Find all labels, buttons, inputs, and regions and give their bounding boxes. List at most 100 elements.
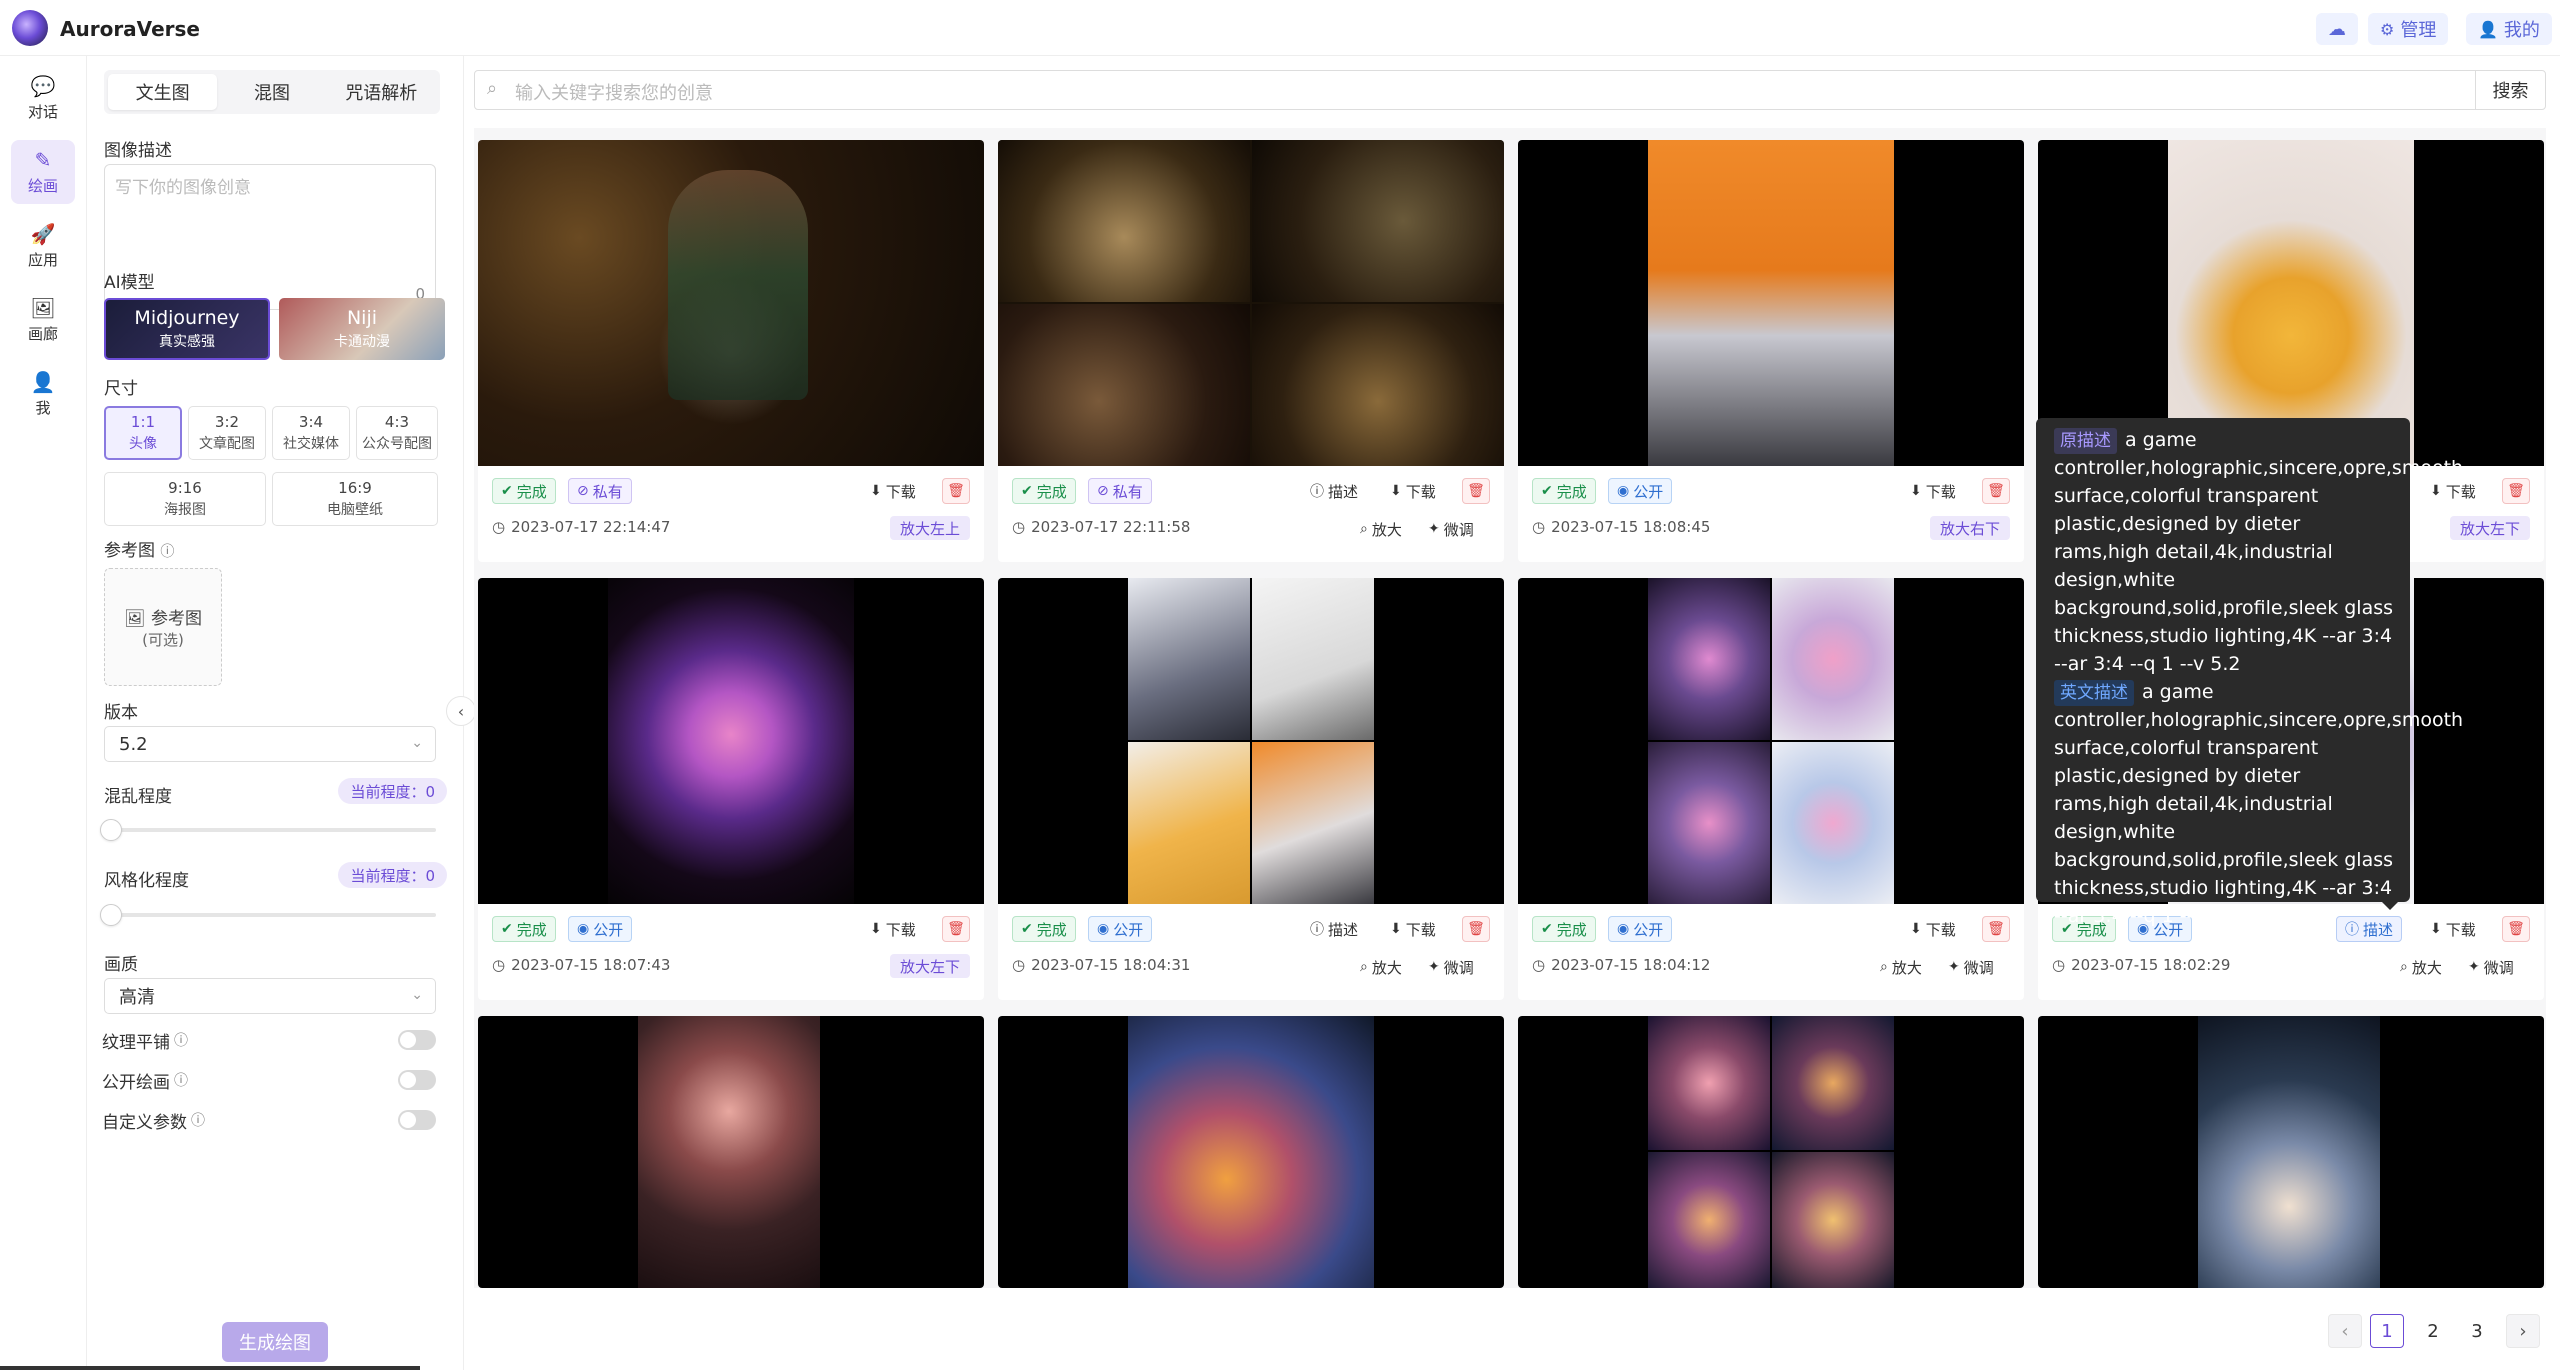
download-button[interactable]: ⬇ 下载 <box>1902 478 1964 504</box>
size-16-9[interactable]: 16:9 电脑壁纸 <box>272 472 438 526</box>
delete-button[interactable]: 🗑 <box>1982 478 2010 504</box>
page-1[interactable]: 1 <box>2370 1314 2404 1348</box>
tweak-button[interactable]: ✦ 微调 <box>1420 516 1482 542</box>
status-text: 完成 <box>1036 920 1067 939</box>
model-midjourney[interactable]: Midjourney 真实感强 <box>104 298 270 360</box>
search-icon: ⌕ <box>1880 959 1888 975</box>
download-button[interactable]: ⬇ 下载 <box>1382 478 1444 504</box>
quality-select[interactable]: 高清 ⌄ <box>104 978 436 1014</box>
describe-button[interactable]: ⓘ 描述 <box>1302 916 1366 942</box>
size-3-4[interactable]: 3:4 社交媒体 <box>272 406 350 460</box>
visibility-badge[interactable]: ◉公开 <box>1088 916 1153 942</box>
size-9-16[interactable]: 9:16 海报图 <box>104 472 266 526</box>
tooltip-arrow <box>2382 902 2398 910</box>
chaos-slider[interactable] <box>100 819 436 841</box>
gallery-image[interactable] <box>1518 1016 2024 1288</box>
chat-icon: 💬 <box>30 73 56 98</box>
rail-item-chat[interactable]: 💬 对话 <box>11 66 75 130</box>
slider-handle[interactable] <box>100 904 122 926</box>
public-switch[interactable] <box>398 1070 436 1090</box>
download-button[interactable]: ⬇ 下载 <box>1902 916 1964 942</box>
describe-button[interactable]: ⓘ 描述 <box>2336 916 2403 942</box>
version-select[interactable]: 5.2 ⌄ <box>104 726 436 762</box>
info-circle-icon: ⓘ <box>1310 484 1324 500</box>
download-button[interactable]: ⬇ 下载 <box>1382 916 1444 942</box>
info-icon[interactable]: ⓘ <box>174 1030 188 1050</box>
gallery-image[interactable] <box>998 578 1504 904</box>
tab-blend[interactable]: 混图 <box>217 74 326 110</box>
search-button[interactable]: 搜索 <box>2475 70 2545 110</box>
admin-button[interactable]: ⚙ 管理 <box>2368 13 2449 45</box>
tile-switch[interactable] <box>398 1030 436 1050</box>
prev-page-button[interactable]: ‹ <box>2328 1314 2362 1348</box>
gallery-image[interactable] <box>1518 140 2024 466</box>
page-3[interactable]: 3 <box>2460 1314 2494 1348</box>
gallery-image[interactable] <box>2038 1016 2544 1288</box>
visibility-badge[interactable]: ⊘ 私有 <box>568 478 632 504</box>
visibility-badge[interactable]: ◉公开 <box>1608 478 1673 504</box>
upscale-badge: 放大左下 <box>889 954 970 978</box>
size-4-3[interactable]: 4:3 公众号配图 <box>356 406 438 460</box>
download-button[interactable]: ⬇ 下载 <box>2422 478 2484 504</box>
delete-button[interactable]: 🗑 <box>942 478 970 504</box>
rail-item-paint[interactable]: ✎ 绘画 <box>11 140 75 204</box>
zoom-button[interactable]: ⌕ 放大 <box>1352 954 1410 980</box>
delete-button[interactable]: 🗑 <box>1462 916 1490 942</box>
search-input[interactable]: 输入关键字搜索您的创意 <box>515 79 713 105</box>
tweak-button[interactable]: ✦ 微调 <box>1420 954 1482 980</box>
rail-item-me[interactable]: 👤 我 <box>11 362 75 426</box>
gallery-image[interactable] <box>998 140 1504 466</box>
gallery-image[interactable] <box>478 1016 984 1288</box>
download-button[interactable]: ⬇ 下载 <box>862 916 924 942</box>
delete-button[interactable]: 🗑 <box>1462 478 1490 504</box>
download-button[interactable]: ⬇ 下载 <box>862 478 924 504</box>
tweak-button[interactable]: ✦ 微调 <box>2460 954 2522 980</box>
info-icon[interactable]: ⓘ <box>160 544 174 560</box>
delete-button[interactable]: 🗑 <box>942 916 970 942</box>
tweak-button[interactable]: ✦ 微调 <box>1940 954 2002 980</box>
download-button[interactable]: ⬇ 下载 <box>2422 916 2484 942</box>
tile-toggle-row: 纹理平铺 ⓘ <box>102 1028 436 1053</box>
delete-button[interactable]: 🗑 <box>2502 478 2530 504</box>
rail-item-gallery[interactable]: 🖼 画廊 <box>11 288 75 352</box>
info-icon[interactable]: ⓘ <box>191 1110 205 1130</box>
zoom-label: 放大 <box>1371 520 1402 539</box>
zoom-button[interactable]: ⌕ 放大 <box>2392 954 2450 980</box>
app-logo[interactable] <box>12 10 48 46</box>
gallery-image[interactable] <box>478 578 984 904</box>
weather-button[interactable]: ☁ <box>2316 13 2358 45</box>
rail-item-apps[interactable]: 🚀 应用 <box>11 214 75 278</box>
describe-button[interactable]: ⓘ 描述 <box>1302 478 1366 504</box>
chevron-down-icon: ⌄ <box>411 987 423 1003</box>
generate-button[interactable]: 生成绘图 <box>222 1322 328 1362</box>
style-slider[interactable] <box>100 904 436 926</box>
next-page-button[interactable]: › <box>2506 1314 2540 1348</box>
describe-label: 描述 <box>1328 482 1359 501</box>
delete-button[interactable]: 🗑 <box>2502 916 2530 942</box>
ref-image-upload[interactable]: 🖼 参考图 (可选) <box>104 568 222 686</box>
slider-handle[interactable] <box>100 819 122 841</box>
model-niji[interactable]: Niji 卡通动漫 <box>279 298 445 360</box>
gallery-image[interactable] <box>998 1016 1504 1288</box>
visibility-badge[interactable]: ◉公开 <box>1608 916 1673 942</box>
gallery-image[interactable] <box>1518 578 2024 904</box>
delete-button[interactable]: 🗑 <box>1982 916 2010 942</box>
size-1-1[interactable]: 1:1 头像 <box>104 406 182 460</box>
zoom-button[interactable]: ⌕ 放大 <box>1872 954 1930 980</box>
info-icon[interactable]: ⓘ <box>174 1070 188 1090</box>
gallery-image[interactable] <box>478 140 984 466</box>
toggle-label: 纹理平铺 <box>102 1032 170 1053</box>
visibility-badge[interactable]: ⊘ 私有 <box>1088 478 1152 504</box>
zoom-button[interactable]: ⌕ 放大 <box>1352 516 1410 542</box>
cloud-download-icon: ⬇ <box>1390 921 1402 937</box>
page-2[interactable]: 2 <box>2416 1314 2450 1348</box>
custom-params-switch[interactable] <box>398 1110 436 1130</box>
tab-describe[interactable]: 咒语解析 <box>327 74 436 110</box>
visibility-badge[interactable]: ◉公开 <box>568 916 633 942</box>
size-label: 尺寸 <box>104 379 138 399</box>
me-button[interactable]: 👤 我的 <box>2466 13 2552 45</box>
collapse-panel-button[interactable]: ‹ <box>446 696 476 726</box>
tab-text-to-image[interactable]: 文生图 <box>108 74 218 110</box>
size-3-2[interactable]: 3:2 文章配图 <box>188 406 266 460</box>
search-icon: ⌕ <box>2400 959 2408 975</box>
